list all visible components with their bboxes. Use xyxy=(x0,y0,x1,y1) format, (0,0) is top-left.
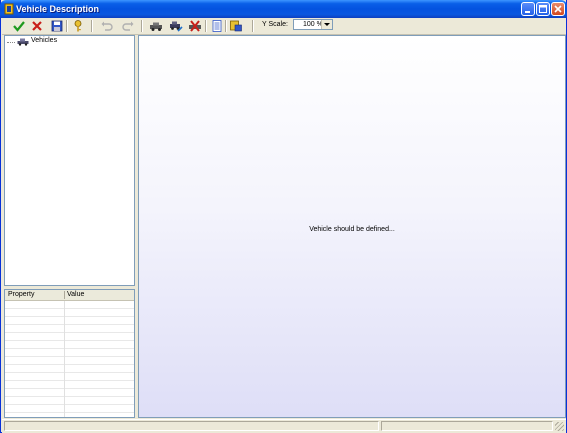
vehicle-edit-icon[interactable] xyxy=(169,19,183,33)
property-grid-header: Property Value xyxy=(5,290,134,301)
column-header-property[interactable]: Property xyxy=(8,291,34,298)
window-title: Vehicle Description xyxy=(16,4,100,14)
save-icon[interactable] xyxy=(50,19,64,33)
key-icon[interactable] xyxy=(71,19,85,33)
title-bar[interactable]: Vehicle Description xyxy=(0,0,567,18)
delete-icon[interactable] xyxy=(30,19,44,33)
status-panel-secondary xyxy=(381,421,553,431)
tree-label-vehicles: Vehicles xyxy=(31,37,58,44)
resize-grip-icon[interactable] xyxy=(555,422,564,431)
y-scale-value: 100 % xyxy=(303,21,323,28)
vehicle-tree[interactable]: Vehicles xyxy=(4,35,135,286)
property-grid-rows[interactable] xyxy=(5,301,134,417)
app-icon xyxy=(4,3,14,15)
status-bar xyxy=(2,419,566,433)
vehicle-delete-icon[interactable] xyxy=(188,19,202,33)
minimize-icon xyxy=(525,11,530,13)
vehicle-description-window: Vehicle Description Y Scale: 100 % Vehic… xyxy=(0,0,567,433)
vehicle-add-icon[interactable] xyxy=(149,19,163,33)
close-icon xyxy=(554,5,562,13)
property-grid: Property Value xyxy=(4,289,135,418)
maximize-button[interactable] xyxy=(536,2,550,16)
minimize-button[interactable] xyxy=(521,2,535,16)
chevron-down-icon[interactable] xyxy=(321,20,332,29)
close-button[interactable] xyxy=(551,2,565,16)
canvas-message: Vehicle should be defined... xyxy=(309,226,395,233)
undo-icon[interactable] xyxy=(100,19,114,33)
vehicle-icon xyxy=(17,38,29,46)
redo-icon[interactable] xyxy=(121,19,135,33)
maximize-icon xyxy=(539,5,547,13)
column-header-value[interactable]: Value xyxy=(67,291,84,298)
list-icon[interactable] xyxy=(210,19,224,33)
export-icon[interactable] xyxy=(229,19,243,33)
vehicle-canvas[interactable]: Vehicle should be defined... xyxy=(138,35,566,418)
y-scale-label: Y Scale: xyxy=(262,21,288,28)
check-icon[interactable] xyxy=(12,19,26,33)
toolbar: Y Scale: 100 % xyxy=(2,18,566,35)
status-panel-main xyxy=(4,421,379,431)
y-scale-dropdown[interactable]: 100 % xyxy=(293,19,333,30)
